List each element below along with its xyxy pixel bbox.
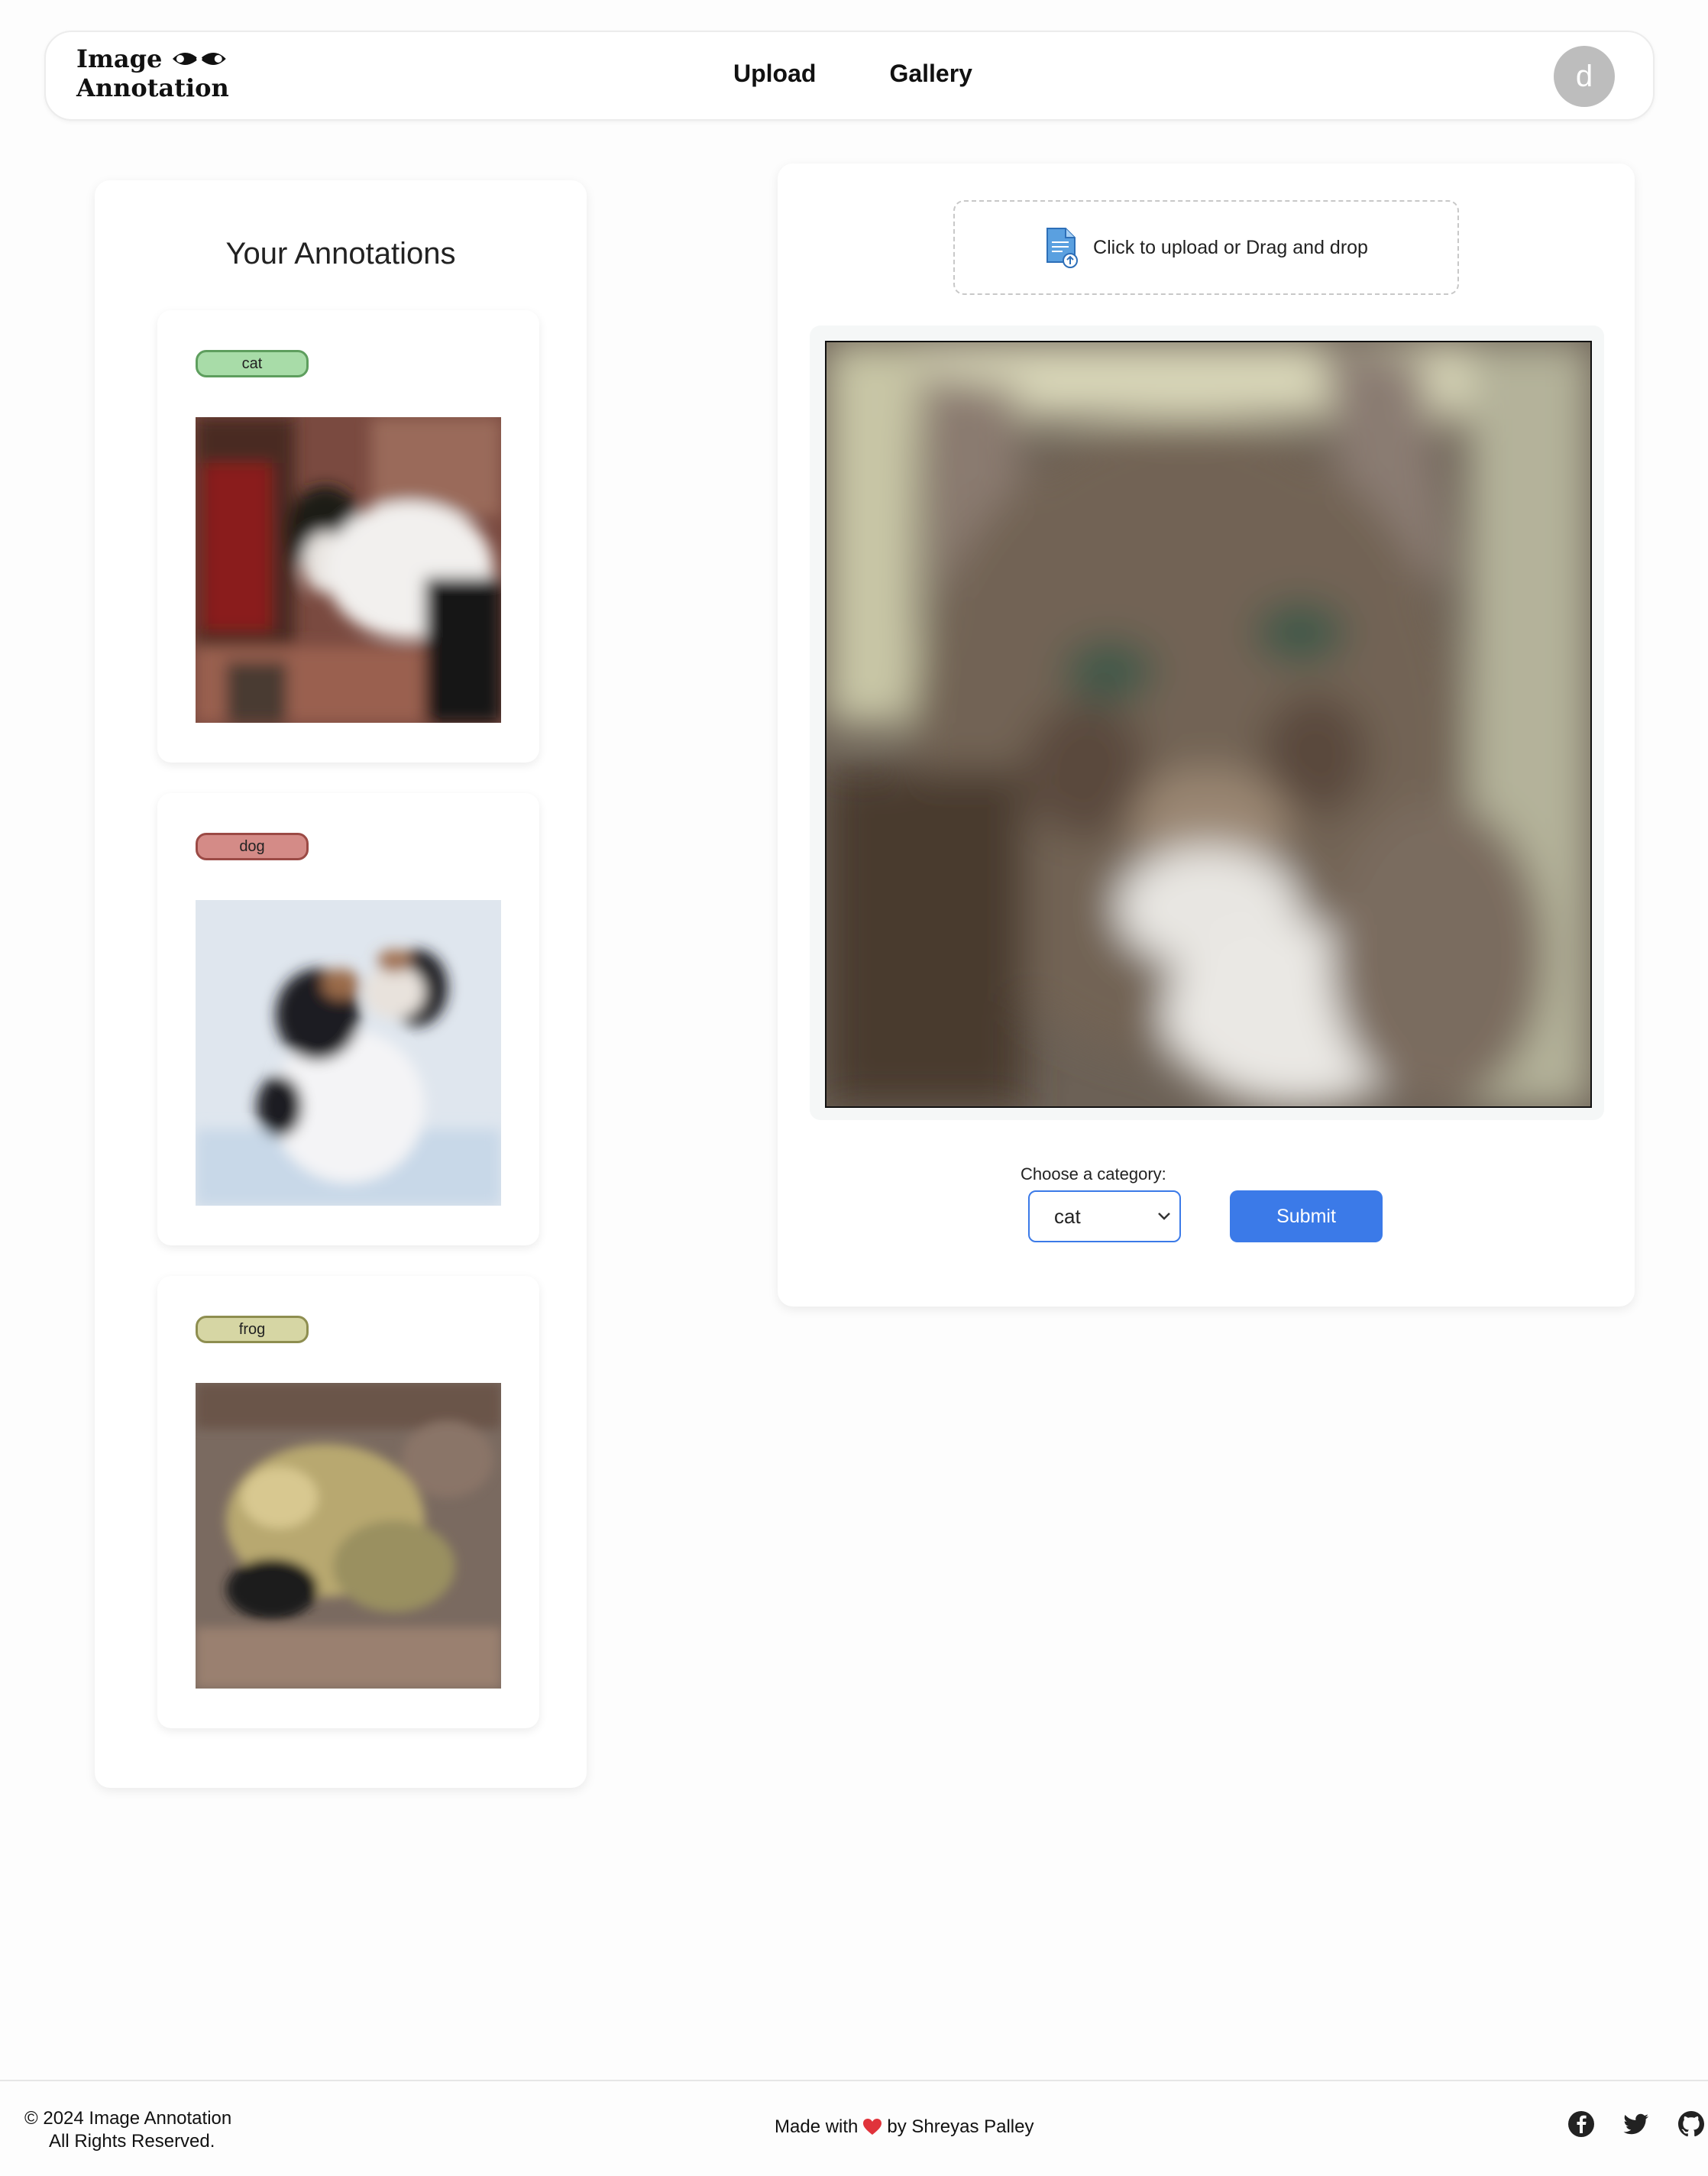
footer: © 2024 Image Annotation All Rights Reser… <box>0 2080 1708 2176</box>
annotation-card[interactable]: cat <box>157 310 539 763</box>
github-icon[interactable] <box>1677 2110 1705 2138</box>
twitter-icon[interactable] <box>1622 2110 1650 2138</box>
annotation-card[interactable]: frog <box>157 1276 539 1728</box>
nav-upload-link[interactable]: Upload <box>733 60 816 88</box>
image-preview-container <box>810 325 1604 1120</box>
main-nav: Upload Gallery <box>733 60 972 88</box>
logo-text-line2: Annotation <box>76 73 229 102</box>
category-badge: cat <box>196 350 309 377</box>
submit-button[interactable]: Submit <box>1230 1190 1383 1242</box>
file-dropzone[interactable]: Click to upload or Drag and drop <box>953 200 1459 295</box>
made-with-prefix: Made with <box>775 2116 859 2137</box>
page: Image Annotation Upload Gallery d Your A… <box>0 0 1708 2176</box>
logo-text-line1: Image <box>76 44 163 73</box>
logo[interactable]: Image Annotation <box>76 44 229 105</box>
made-with-credit: Made with by Shreyas Palley <box>775 2116 1034 2138</box>
nav-gallery-link[interactable]: Gallery <box>889 60 972 88</box>
annotations-title: Your Annotations <box>225 237 456 270</box>
social-links <box>1567 2110 1705 2138</box>
file-upload-icon <box>1046 228 1079 268</box>
category-select-value: cat <box>1054 1204 1081 1228</box>
uploaded-cat-image <box>827 342 1590 1106</box>
heart-icon <box>863 2119 882 2135</box>
category-select[interactable]: cat <box>1028 1190 1181 1242</box>
rights-text: All Rights Reserved. <box>49 2131 215 2152</box>
annotation-card[interactable]: dog <box>157 793 539 1245</box>
annotation-thumbnail <box>196 417 501 723</box>
chevron-down-icon <box>1158 1213 1170 1220</box>
copyright-text: © 2024 Image Annotation <box>24 2108 232 2129</box>
top-navbar: Image Annotation Upload Gallery d <box>44 31 1655 121</box>
made-with-suffix: by Shreyas Palley <box>887 2116 1034 2137</box>
facebook-icon[interactable] <box>1567 2110 1595 2138</box>
copyright: © 2024 Image Annotation All Rights Reser… <box>24 2107 231 2153</box>
category-badge: frog <box>196 1316 309 1343</box>
dropzone-text: Click to upload or Drag and drop <box>1093 236 1368 258</box>
user-avatar[interactable]: d <box>1554 46 1615 107</box>
dog-thumbnail-image <box>196 900 501 1206</box>
annotation-thumbnail <box>196 900 501 1206</box>
upload-panel: Click to upload or Drag and drop Choose … <box>778 164 1635 1307</box>
category-label: Choose a category: <box>1021 1164 1166 1184</box>
cat-thumbnail-image <box>196 417 501 723</box>
image-preview <box>825 341 1592 1108</box>
category-badge: dog <box>196 833 309 860</box>
annotation-thumbnail <box>196 1383 501 1689</box>
annotations-panel: Your Annotations cat dog frog <box>95 180 587 1788</box>
frog-thumbnail-image <box>196 1383 501 1689</box>
eye-logo-icon <box>173 51 227 66</box>
